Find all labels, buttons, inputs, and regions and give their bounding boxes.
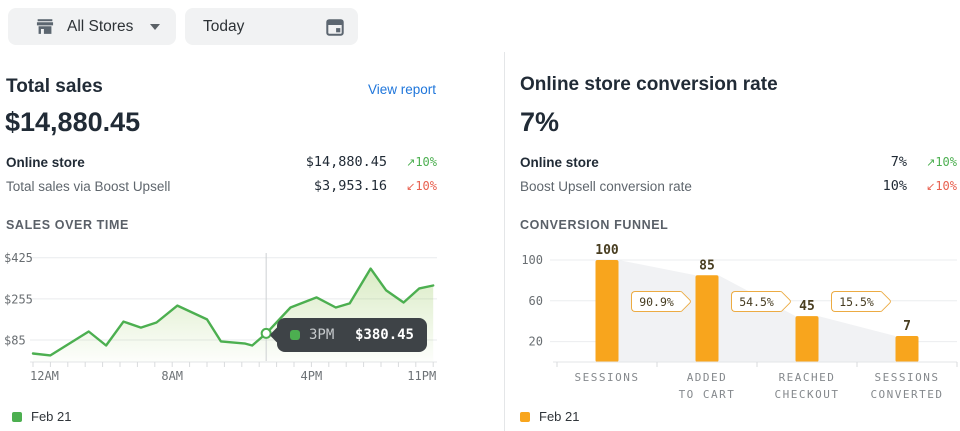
date-selector-button[interactable]: Today [185,8,358,45]
legend-label: Feb 21 [31,409,71,424]
funnel-drop-badge: 54.5% [731,291,781,312]
svg-text:CHECKOUT: CHECKOUT [775,388,840,401]
chevron-down-icon [150,24,160,30]
stat-row-value: 7% [891,154,907,170]
svg-text:45: 45 [799,299,815,314]
calendar-icon [324,16,346,38]
stat-row-value: $14,880.45 [306,154,387,170]
funnel-drop-badge: 15.5% [831,291,881,312]
delta-arrow-icon: ↙ [926,180,935,193]
stat-row: Total sales via Boost Upsell$3,953.16 ↙10… [6,174,437,198]
tooltip-series-swatch [290,330,300,340]
stat-row-label: Total sales via Boost Upsell [6,179,314,194]
store-selector-button[interactable]: All Stores [8,8,176,45]
svg-text:8AM: 8AM [161,369,183,383]
tooltip-value: $380.45 [355,327,414,343]
total-sales-value: $14,880.45 [5,107,140,138]
svg-text:$425: $425 [4,251,33,265]
svg-text:60: 60 [529,294,543,308]
stat-row-label: Online store [6,155,306,170]
storefront-icon [34,16,56,38]
view-report-link[interactable]: View report [368,82,436,97]
stat-row-label: Online store [520,155,891,170]
stat-row-delta: ↙10% [395,179,437,193]
stat-row: Online store$14,880.45 ↗10% [6,150,437,174]
delta-arrow-icon: ↗ [406,156,415,169]
conversion-value: 7% [520,107,559,138]
legend-swatch-green [12,412,22,422]
stat-row: Online store7% ↗10% [520,150,957,174]
svg-text:11PM: 11PM [407,369,436,383]
svg-text:7: 7 [903,319,911,334]
conversion-title: Online store conversion rate [520,74,778,96]
total-sales-title: Total sales [6,76,103,98]
conversion-breakdown: Online store7%↗10%Boost Upsell conversio… [520,150,957,198]
svg-text:SESSIONS: SESSIONS [875,371,940,384]
sales-legend: Feb 21 [12,409,71,424]
svg-text:4PM: 4PM [301,369,323,383]
svg-text:REACHED: REACHED [779,371,836,384]
stat-row: Boost Upsell conversion rate10% ↙10% [520,174,957,198]
date-selector-label: Today [203,18,244,36]
svg-text:SESSIONS: SESSIONS [575,371,640,384]
svg-text:12AM: 12AM [30,369,59,383]
svg-text:$255: $255 [4,292,33,306]
stat-row-delta: ↗10% [915,155,957,169]
legend-swatch-orange [520,412,530,422]
dashboard-panels: Total sales View report $14,880.45 Onlin… [0,52,960,431]
delta-arrow-icon: ↙ [406,180,415,193]
legend-label: Feb 21 [539,409,579,424]
chart-tooltip: 3PM $380.45 [277,318,427,352]
stat-row-delta: ↗10% [395,155,437,169]
svg-text:20: 20 [529,335,543,349]
funnel-drop-badge: 90.9% [631,291,681,312]
svg-text:ADDED: ADDED [687,371,728,384]
svg-text:CONVERTED: CONVERTED [870,388,943,401]
svg-text:100: 100 [521,253,543,267]
conversion-rate-card: Online store conversion rate 7% Online s… [505,52,960,431]
delta-arrow-icon: ↗ [926,156,935,169]
svg-text:85: 85 [699,258,715,273]
stat-row-value: 10% [883,178,907,194]
conversion-funnel-heading: CONVERSION FUNNEL [520,218,668,232]
sales-over-time-heading: SALES OVER TIME [6,218,129,232]
topbar: All Stores Today [0,0,960,52]
stat-row-value: $3,953.16 [314,178,387,194]
funnel-legend: Feb 21 [520,409,579,424]
svg-text:$85: $85 [4,333,26,347]
stat-row-label: Boost Upsell conversion rate [520,179,883,194]
conversion-funnel-chart[interactable]: 100 60 20 100 85 45 7 SESSIONS ADDED TO CART REACH… [505,240,960,422]
svg-text:100: 100 [595,243,619,258]
total-sales-card: Total sales View report $14,880.45 Onlin… [0,52,505,431]
stat-row-delta: ↙10% [915,179,957,193]
sales-over-time-chart[interactable]: $425 $255 $85 12AM 8AM 4PM 11PM [0,240,505,408]
svg-text:TO CART: TO CART [679,388,736,401]
tooltip-time-label: 3PM [309,327,334,343]
total-sales-breakdown: Online store$14,880.45 ↗10% Total sales vi… [6,150,437,198]
store-selector-label: All Stores [67,18,133,36]
